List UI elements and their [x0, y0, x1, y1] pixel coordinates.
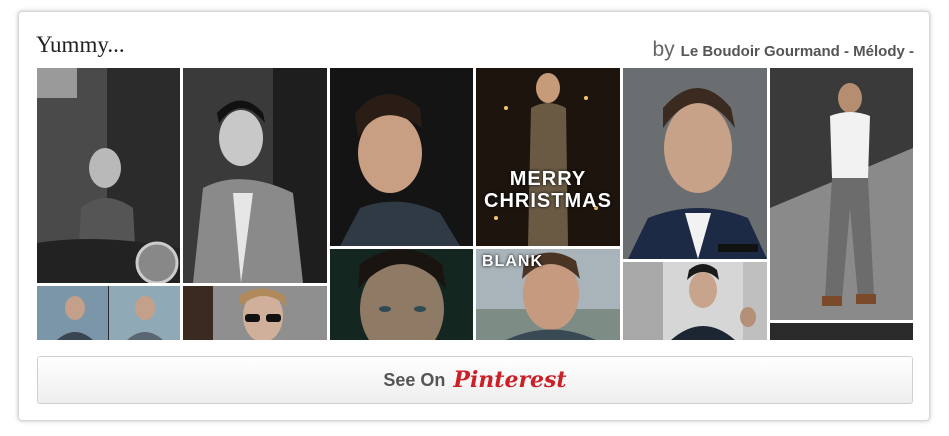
pin-blank-man[interactable]: BLANK — [476, 249, 620, 340]
merry-christmas-photo — [476, 68, 620, 246]
see-on-label: See On — [383, 369, 446, 390]
man-on-motorcycle-photo — [37, 68, 180, 283]
by-label: by — [652, 38, 675, 61]
board-byline: by Le Boudoir Gourmand - Mélody - — [652, 38, 914, 62]
pin-man-closeup[interactable] — [330, 249, 473, 340]
man-sunglasses-photo — [183, 286, 327, 340]
two-men-photo — [37, 286, 180, 340]
merry-christmas-overlay: MERRY CHRISTMAS — [484, 168, 612, 212]
man-closeup-photo — [330, 249, 473, 340]
pin-dark-strip[interactable] — [770, 323, 913, 340]
board-title[interactable]: Yummy... — [36, 32, 125, 58]
see-on-pinterest-button[interactable]: See On Pinterest — [37, 356, 913, 404]
man-walking-photo — [770, 68, 913, 320]
man-in-suit-photo — [623, 68, 767, 259]
blank-overlay: BLANK — [482, 253, 543, 270]
pin-merry-christmas[interactable]: MERRY CHRISTMAS — [476, 68, 620, 246]
pin-man-walking[interactable] — [770, 68, 913, 320]
man-dark-suit-photo — [623, 262, 767, 340]
pin-man-in-blazer[interactable] — [183, 68, 327, 283]
pin-man-sunglasses[interactable] — [183, 286, 327, 340]
pin-man-dark-suit[interactable] — [623, 262, 767, 340]
man-in-blazer-photo — [183, 68, 327, 283]
pin-man-portrait[interactable] — [330, 68, 473, 246]
pinterest-logo-icon: Pinterest — [453, 367, 567, 393]
pin-man-in-suit[interactable] — [623, 68, 767, 259]
pin-man-on-motorcycle[interactable] — [37, 68, 180, 283]
board-author-link[interactable]: Le Boudoir Gourmand - Mélody - — [681, 43, 914, 60]
man-portrait-photo — [330, 68, 473, 246]
pin-two-men[interactable] — [37, 286, 180, 340]
dark-strip-photo — [770, 323, 913, 340]
